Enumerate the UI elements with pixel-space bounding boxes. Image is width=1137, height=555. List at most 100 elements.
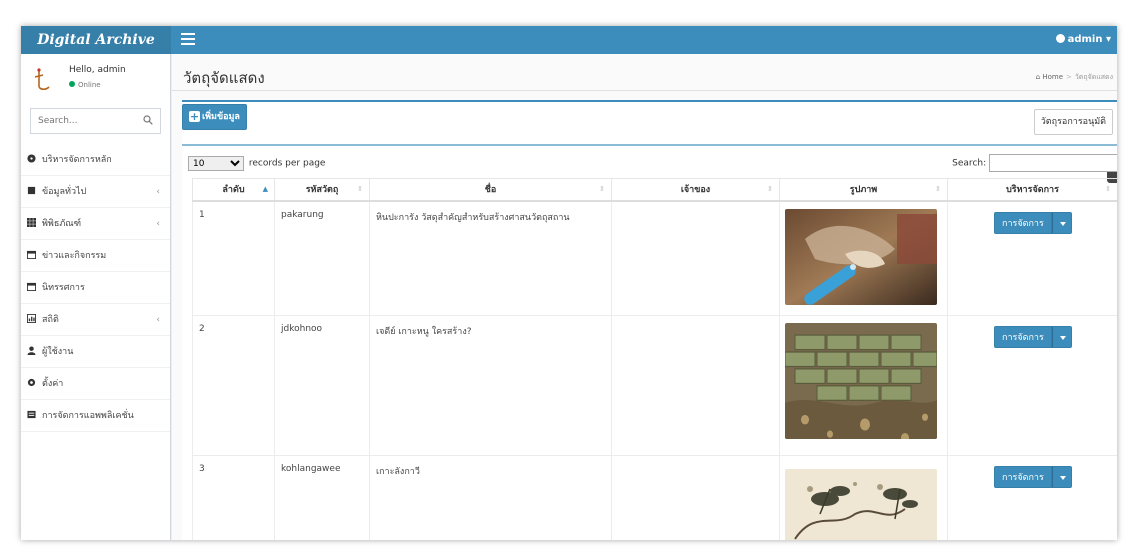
manage-button[interactable]: การจัดการ [994, 326, 1052, 348]
sidebar-item-settings[interactable]: ตั้งค่า [21, 368, 170, 400]
cell-manage: การจัดการ [947, 200, 1117, 316]
user-menu-label: admin [1067, 34, 1103, 45]
column-header-label: ลำดับ [222, 185, 245, 196]
sort-icon: ⇕ [1105, 185, 1111, 193]
user-icon [27, 346, 36, 355]
table-search-input[interactable] [989, 154, 1117, 172]
user-status: Online [69, 81, 101, 89]
column-header-label: บริหารจัดการ [1006, 185, 1059, 196]
cell-name: เกาะลังกาวี [369, 455, 612, 540]
menu-toggle-icon[interactable] [181, 33, 195, 46]
sort-icon: ⇕ [357, 185, 363, 193]
column-header-label: รหัสวัตถุ [305, 185, 339, 196]
user-icon [1055, 34, 1065, 43]
chevron-left-icon: ‹ [156, 187, 160, 197]
coral-stone-photo[interactable] [785, 208, 937, 305]
column-header-image[interactable]: รูปภาพ ⇕ [779, 178, 948, 202]
page-title: วัตถุจัดแสดง [183, 69, 265, 87]
column-header-manage[interactable]: บริหารจัดการ ⇕ [947, 178, 1117, 202]
book-icon [27, 186, 36, 195]
manage-button-group: การจัดการ [994, 211, 1072, 234]
chevron-left-icon: ‹ [156, 315, 160, 325]
column-header-order[interactable]: ลำดับ ▲ [192, 178, 275, 202]
table-search-label: Search: [952, 158, 987, 169]
sidebar-item-app-management[interactable]: การจัดการแอพพลิเคชั่น [21, 400, 170, 432]
page-length-select[interactable]: 10 [188, 156, 244, 171]
sidebar-item-label: บริหารจัดการหลัก [42, 155, 112, 165]
column-header-owner[interactable]: เจ้าของ ⇕ [611, 178, 780, 202]
cell-code: kohlangawee [274, 455, 370, 540]
objects-table: ลำดับ ▲ รหัสวัตถุ ⇕ ชื่อ ⇕ เจ้าของ ⇕ รูปภาพ ⇕… [192, 178, 1117, 540]
cell-order: 3 [192, 455, 275, 540]
cell-manage: การจัดการ [947, 455, 1117, 540]
cell-code: jdkohnoo [274, 315, 370, 456]
brick-ruin-photo[interactable] [784, 323, 938, 464]
plus-icon: + [189, 110, 200, 123]
records-per-page: 10 records per page [188, 156, 325, 171]
table-search: Search: [952, 154, 1117, 172]
sidebar-item-label: การจัดการแอพพลิเคชั่น [42, 411, 134, 421]
add-data-button[interactable]: + เพิ่มข้อมูล [182, 104, 247, 130]
user-panel: Hello, admin Online [21, 54, 170, 102]
sidebar-menu: บริหารจัดการหลัก ข้อมูลทั่วไป ‹ พิพิธภัณฑ… [21, 144, 170, 432]
user-status-label: Online [78, 81, 101, 89]
ink-painting-photo[interactable] [785, 469, 937, 540]
gear-icon [27, 378, 36, 387]
cell-code: pakarung [274, 200, 370, 316]
records-per-page-label: records per page [248, 158, 326, 169]
pending-approval-button[interactable]: วัตถุรอการอนุมัติ [1033, 109, 1113, 135]
chevron-down-icon[interactable] [1051, 326, 1072, 348]
cell-owner [611, 200, 780, 316]
chart-icon [27, 314, 36, 323]
manage-button-group: การจัดการ [994, 466, 1072, 488]
manage-button[interactable]: การจัดการ [994, 211, 1052, 234]
sidebar-item-label: พิพิธภัณฑ์ [42, 219, 82, 229]
sidebar-item-news[interactable]: ข่าวและกิจกรรม [21, 240, 170, 272]
breadcrumb-home[interactable]: Home [1042, 73, 1063, 81]
add-data-label: เพิ่มข้อมูล [202, 112, 240, 122]
column-header-label: รูปภาพ [849, 185, 878, 196]
cell-order: 1 [192, 200, 275, 316]
cell-image [779, 455, 948, 540]
app-logo[interactable]: Digital Archive [21, 26, 171, 54]
sort-icon: ⇕ [767, 185, 773, 193]
online-dot-icon [69, 81, 75, 87]
sidebar-item-label: นิทรรศการ [42, 283, 85, 293]
sidebar-item-users[interactable]: ผู้ใช้งาน [21, 336, 170, 368]
sort-icon: ⇕ [935, 185, 941, 193]
top-navbar: Digital Archive admin ▾ [21, 26, 1117, 54]
sort-asc-icon: ▲ [262, 185, 268, 193]
cell-name: หินปะการัง วัสดุสำคัญสำหรับสร้างศาสนวัตถ… [369, 200, 612, 316]
dashboard-icon [27, 154, 36, 163]
sidebar-item-exhibition[interactable]: นิทรรศการ [21, 272, 170, 304]
chevron-down-icon[interactable] [1051, 466, 1072, 488]
calendar-icon [27, 250, 36, 259]
content-panel: + เพิ่มข้อมูล วัตถุรอการอนุมัติ 10 record… [182, 100, 1117, 540]
sidebar-item-label: ข่าวและกิจกรรม [42, 251, 107, 261]
sidebar-item-museum[interactable]: พิพิธภัณฑ์ ‹ [21, 208, 170, 240]
column-header-name[interactable]: ชื่อ ⇕ [369, 178, 612, 202]
sidebar-search-input[interactable] [31, 109, 141, 133]
sidebar-item-label: ข้อมูลทั่วไป [42, 187, 87, 197]
app-window: Digital Archive admin ▾ Hello, admin Onl… [21, 26, 1117, 540]
chevron-down-icon[interactable] [1051, 211, 1072, 234]
user-menu[interactable]: admin ▾ [1055, 26, 1111, 54]
manage-button-group: การจัดการ [994, 326, 1072, 348]
column-header-code[interactable]: รหัสวัตถุ ⇕ [274, 178, 370, 202]
sidebar-item-label: สถิติ [42, 315, 59, 325]
sidebar-item-general-info[interactable]: ข้อมูลทั่วไป ‹ [21, 176, 170, 208]
home-icon: ⌂ [1035, 73, 1041, 81]
cell-image [779, 200, 948, 316]
manage-button[interactable]: การจัดการ [994, 466, 1052, 488]
app-icon [27, 410, 36, 419]
sidebar: Hello, admin Online บริหารจัดการหลัก ข้อ… [21, 54, 171, 540]
user-greeting: Hello, admin [69, 65, 126, 75]
sidebar-item-main-management[interactable]: บริหารจัดการหลัก [21, 144, 170, 176]
search-icon[interactable] [143, 115, 153, 125]
breadcrumb-separator: > [1066, 73, 1072, 81]
cell-manage: การจัดการ [947, 315, 1117, 456]
grid-icon [27, 218, 36, 227]
sidebar-item-statistics[interactable]: สถิติ ‹ [21, 304, 170, 336]
sort-icon: ⇕ [599, 185, 605, 193]
sidebar-item-label: ผู้ใช้งาน [42, 347, 74, 357]
